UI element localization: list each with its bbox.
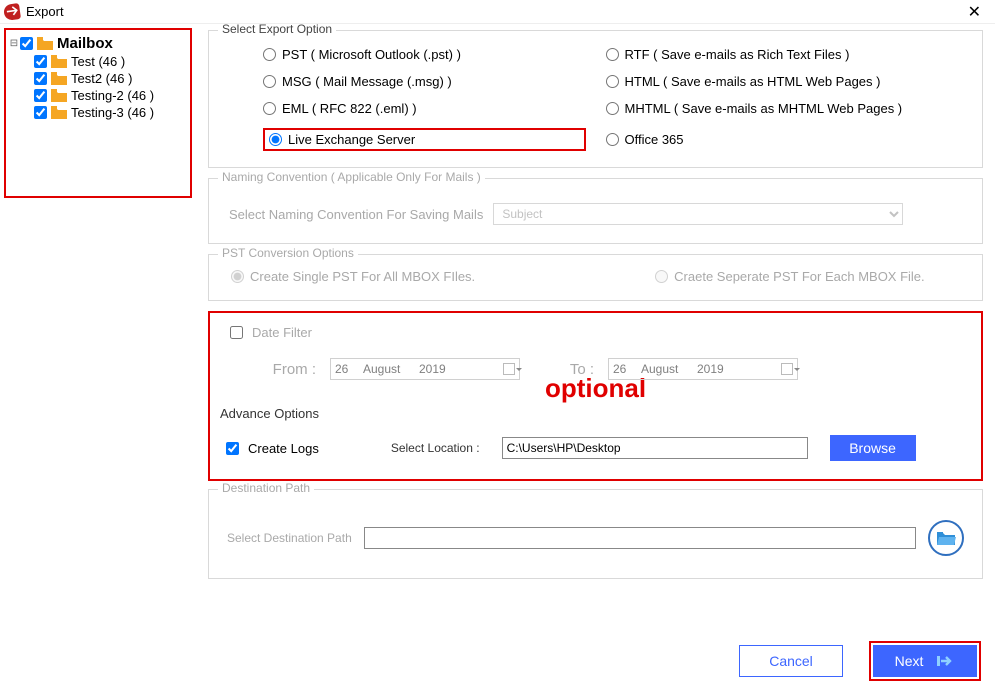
- from-date-input[interactable]: 26 August 2019: [330, 358, 520, 380]
- destination-label: Select Destination Path: [227, 531, 352, 545]
- radio-eml[interactable]: EML ( RFC 822 (.eml) ): [263, 101, 586, 116]
- date-filter-title: Date Filter: [252, 325, 312, 340]
- folder-icon: [51, 55, 67, 68]
- folder-icon: [51, 72, 67, 85]
- naming-convention-group: Naming Convention ( Applicable Only For …: [208, 178, 983, 244]
- item-label: Testing-3 (46 ): [71, 105, 154, 120]
- radio-separate-pst: Craete Seperate PST For Each MBOX File.: [655, 269, 924, 284]
- folder-icon: [51, 106, 67, 119]
- item-checkbox[interactable]: [34, 55, 47, 68]
- tree-root-node[interactable]: ⊟ Mailbox: [8, 34, 188, 53]
- pst-conversion-group: PST Conversion Options Create Single PST…: [208, 254, 983, 301]
- export-option-title: Select Export Option: [218, 24, 336, 36]
- calendar-dropdown-icon[interactable]: [781, 363, 793, 375]
- to-label: To :: [560, 361, 594, 378]
- root-label: Mailbox: [57, 35, 113, 52]
- item-label: Test2 (46 ): [71, 71, 132, 86]
- item-checkbox[interactable]: [34, 106, 47, 119]
- browse-button[interactable]: Browse: [830, 435, 916, 461]
- export-option-group: Select Export Option PST ( Microsoft Out…: [208, 30, 983, 168]
- folder-icon: [51, 89, 67, 102]
- folder-icon: [37, 37, 53, 50]
- tree-item[interactable]: Test (46 ): [34, 53, 188, 70]
- radio-msg[interactable]: MSG ( Mail Message (.msg) ): [263, 74, 586, 89]
- tree-item[interactable]: Test2 (46 ): [34, 70, 188, 87]
- destination-input: [364, 527, 916, 549]
- location-input[interactable]: [502, 437, 808, 459]
- radio-live-exchange[interactable]: Live Exchange Server: [263, 128, 586, 151]
- destination-title: Destination Path: [218, 481, 314, 495]
- radio-html[interactable]: HTML ( Save e-mails as HTML Web Pages ): [606, 74, 929, 89]
- browse-folder-icon[interactable]: [928, 520, 964, 556]
- pst-conv-title: PST Conversion Options: [218, 246, 358, 260]
- tree-item[interactable]: Testing-3 (46 ): [34, 104, 188, 121]
- optional-section: optional Date Filter From : 26 August 20…: [208, 311, 983, 481]
- item-label: Test (46 ): [71, 54, 125, 69]
- to-date-input[interactable]: 26 August 2019: [608, 358, 798, 380]
- close-icon[interactable]: ✕: [962, 2, 987, 22]
- radio-rtf[interactable]: RTF ( Save e-mails as Rich Text Files ): [606, 47, 929, 62]
- radio-pst[interactable]: PST ( Microsoft Outlook (.pst) ): [263, 47, 586, 62]
- cancel-button[interactable]: Cancel: [739, 645, 843, 677]
- naming-label: Select Naming Convention For Saving Mail…: [229, 207, 483, 222]
- create-logs-checkbox-row[interactable]: Create Logs: [222, 439, 319, 458]
- from-label: From :: [256, 361, 316, 378]
- window-title: Export: [26, 4, 962, 19]
- destination-group: Destination Path Select Destination Path: [208, 489, 983, 579]
- calendar-dropdown-icon[interactable]: [503, 363, 515, 375]
- radio-mhtml[interactable]: MHTML ( Save e-mails as MHTML Web Pages …: [606, 101, 929, 116]
- tree-item[interactable]: Testing-2 (46 ): [34, 87, 188, 104]
- location-label: Select Location :: [391, 441, 480, 455]
- radio-single-pst: Create Single PST For All MBOX FIles.: [231, 269, 475, 284]
- item-checkbox[interactable]: [34, 72, 47, 85]
- next-button[interactable]: Next: [873, 645, 977, 677]
- root-checkbox[interactable]: [20, 37, 33, 50]
- item-checkbox[interactable]: [34, 89, 47, 102]
- date-filter-checkbox[interactable]: [230, 326, 243, 339]
- expander-icon[interactable]: ⊟: [8, 38, 20, 49]
- naming-title: Naming Convention ( Applicable Only For …: [218, 170, 485, 184]
- create-logs-checkbox[interactable]: [226, 442, 239, 455]
- naming-select: Subject: [493, 203, 903, 225]
- advance-options-title: Advance Options: [220, 406, 975, 421]
- mailbox-tree: ⊟ Mailbox Test (46 ) Test2 (46 ): [4, 28, 192, 198]
- arrow-right-icon: [937, 653, 955, 669]
- app-icon: [3, 2, 21, 20]
- radio-office365[interactable]: Office 365: [606, 128, 929, 151]
- item-label: Testing-2 (46 ): [71, 88, 154, 103]
